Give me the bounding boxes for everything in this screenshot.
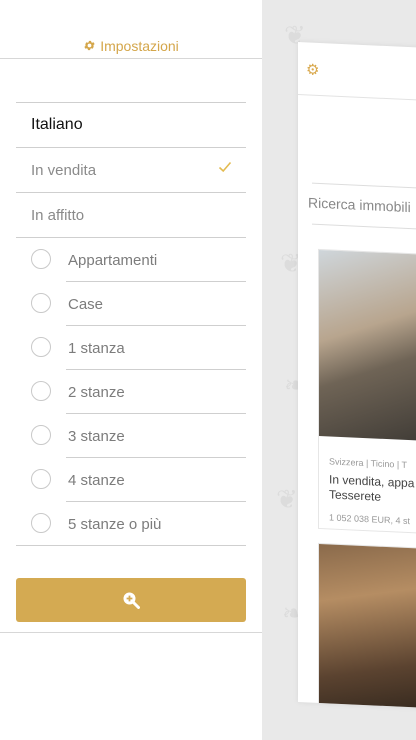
radio-button[interactable] (31, 513, 51, 533)
radio-button[interactable] (31, 469, 51, 489)
listing-photo (319, 543, 416, 709)
gear-icon (84, 40, 95, 51)
filter-2-stanze[interactable]: 2 stanze (16, 370, 246, 414)
header-title-text: Impostazioni (100, 38, 179, 54)
listing-card[interactable] (318, 542, 416, 709)
settings-list: Italiano In vendita In affitto Appartame… (16, 102, 246, 546)
language-label: Italiano (31, 116, 83, 133)
option-label: In vendita (31, 162, 97, 179)
filter-label: 4 stanze (68, 472, 125, 489)
app-top-bar: ⚙ (298, 42, 416, 102)
settings-header: Impostazioni (0, 0, 262, 59)
page-title: Impostazioni (0, 38, 262, 54)
radio-button[interactable] (31, 249, 51, 269)
radio-button[interactable] (31, 337, 51, 357)
zoom-in-icon (123, 592, 140, 609)
filter-5-stanze-o-piu[interactable]: 5 stanze o più (16, 502, 246, 546)
radio-button[interactable] (31, 293, 51, 313)
settings-gears-icon[interactable]: ⚙ (306, 60, 319, 79)
filter-1-stanza[interactable]: 1 stanza (16, 326, 246, 370)
listing-title: In vendita, appa Tesserete (329, 472, 414, 506)
filter-label: 2 stanze (68, 384, 125, 401)
divider (16, 545, 246, 546)
radio-button[interactable] (31, 425, 51, 445)
listing-price: 1 052 038 EUR, 4 st (329, 512, 411, 527)
leaf-pattern-icon: ❦ (276, 484, 298, 514)
language-selector[interactable]: Italiano (16, 102, 246, 147)
option-in-vendita[interactable]: In vendita (16, 147, 246, 192)
filter-label: 5 stanze o più (68, 516, 162, 533)
listing-photo (319, 249, 416, 442)
option-in-affitto[interactable]: In affitto (16, 192, 246, 237)
filter-4-stanze[interactable]: 4 stanze (16, 458, 246, 502)
filter-appartamenti[interactable]: Appartamenti (16, 237, 246, 282)
search-button[interactable] (16, 578, 246, 622)
filter-3-stanze[interactable]: 3 stanze (16, 414, 246, 458)
settings-panel: Impostazioni Italiano In vendita In affi… (0, 0, 262, 740)
main-app-preview[interactable]: ⚙ Ricerca immobili Svizzera | Ticino | T… (298, 42, 416, 709)
radio-button[interactable] (31, 381, 51, 401)
filter-label: 1 stanza (68, 340, 125, 357)
filter-label: Case (68, 296, 104, 313)
listing-card[interactable]: Svizzera | Ticino | T In vendita, appa T… (318, 248, 416, 535)
filter-label: 3 stanze (68, 428, 125, 445)
listing-title-line2: Tesserete (329, 487, 382, 504)
listing-location: Svizzera | Ticino | T (329, 456, 408, 470)
checkmark-icon (218, 161, 232, 173)
filter-case[interactable]: Case (16, 282, 246, 326)
panel-footer-divider (0, 632, 262, 633)
filter-label: Appartamenti (68, 252, 158, 269)
option-label: In affitto (31, 207, 85, 224)
